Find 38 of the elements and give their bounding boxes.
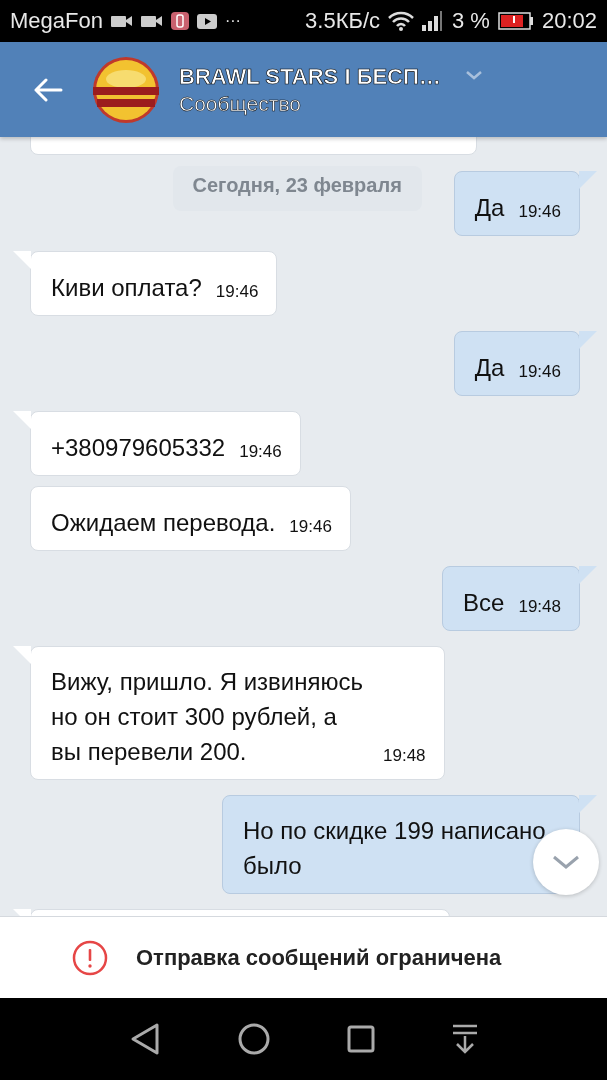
app-icon: [170, 12, 189, 30]
message-text: +380979605332: [51, 433, 226, 463]
notifications-pull-icon[interactable]: [452, 1024, 479, 1054]
chat-subtitle: Сообщество: [179, 91, 301, 116]
message-text: Да: [474, 193, 505, 223]
date-separator: Сегодня, 23 февраля: [172, 166, 422, 211]
home-icon[interactable]: [237, 1023, 270, 1055]
wifi-icon: [388, 11, 414, 31]
message-text: Да: [474, 353, 505, 383]
message-time: 19:48: [518, 597, 561, 618]
warning-icon: [72, 939, 108, 976]
message-text: Вижу, пришло. Я извиняюсь но он стоит 300 рублей, а вы перевели 200.: [51, 667, 364, 767]
message-text: Но по скидке 199 написано было: [243, 816, 547, 881]
back-arrow-icon[interactable]: [33, 77, 63, 102]
message-time: 19:46: [518, 202, 561, 223]
chat-title[interactable]: BRAWL STARS I БЕСП…: [179, 63, 441, 90]
message-time: 19:46: [518, 362, 561, 383]
chevron-down-icon: [551, 854, 581, 870]
battery-icon: [497, 12, 534, 30]
clock: 20:02: [541, 8, 597, 34]
carrier-name: MegaFon: [10, 8, 103, 34]
video-camera-icon: [140, 14, 163, 28]
message-time: 19:46: [215, 282, 259, 303]
message-text: Киви оплата?: [51, 273, 202, 303]
message-time: 19:46: [289, 517, 332, 538]
network-speed: 3.5КБ/с: [305, 8, 380, 34]
video-camera-icon: [110, 14, 133, 28]
message-text: Все: [463, 588, 505, 618]
restriction-notice: Отправка сообщений ограничена: [136, 944, 502, 971]
community-avatar[interactable]: [93, 56, 159, 123]
recents-icon[interactable]: [347, 1025, 376, 1053]
message-text: Ожидаем перевода.: [51, 508, 276, 538]
message-time: 19:48: [383, 746, 426, 767]
play-icon: [196, 13, 217, 29]
battery-percent: 3 %: [452, 8, 490, 34]
signal-icon: [422, 11, 444, 31]
message-time: 19:46: [239, 442, 282, 463]
more-notifications: ···: [224, 12, 241, 30]
